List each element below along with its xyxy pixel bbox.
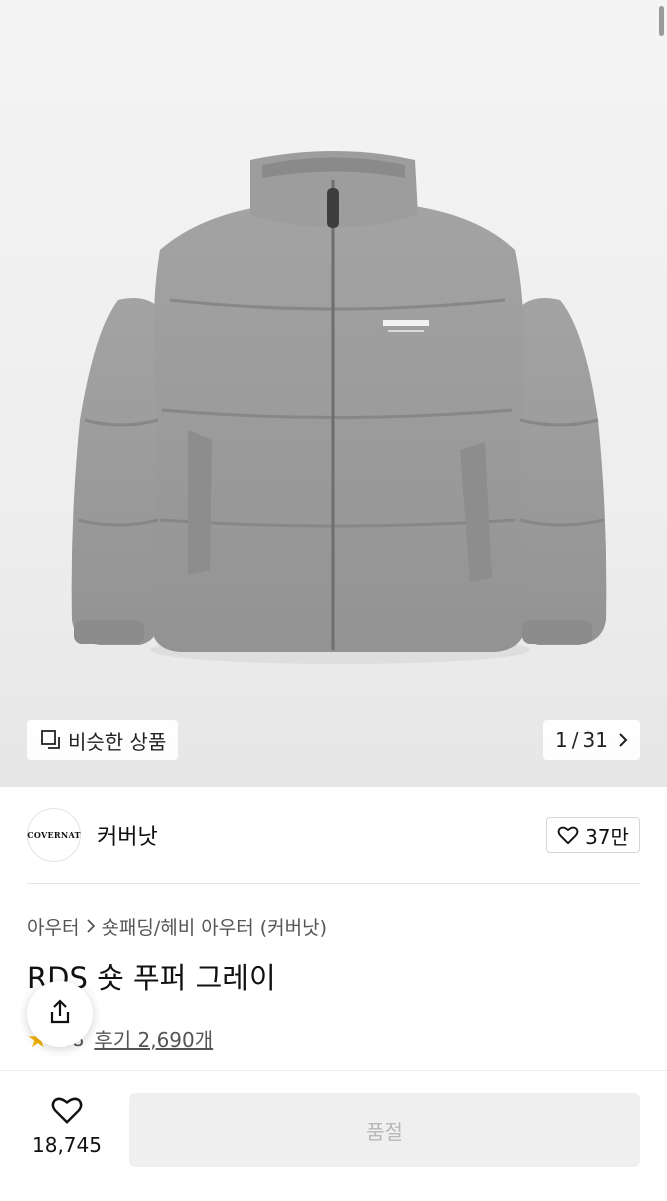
breadcrumb-category[interactable]: 아우터 <box>27 913 79 940</box>
reviews-link[interactable]: 후기 2,690개 <box>94 1024 213 1053</box>
brand-name[interactable]: 커버낫 <box>97 819 158 851</box>
wishlist-count: 18,745 <box>32 1133 102 1157</box>
share-icon <box>46 998 74 1030</box>
image-counter[interactable]: 1 / 31 <box>543 720 640 760</box>
image-current: 1 <box>555 728 568 752</box>
image-total: 31 <box>582 728 608 752</box>
heart-outline-icon <box>50 1095 84 1129</box>
brand-like-button[interactable]: 37만 <box>546 817 640 853</box>
brand-logo-text: COVERNAT <box>27 830 81 840</box>
breadcrumb: 아우터 숏패딩/헤비 아우터 (커버낫) <box>27 913 327 940</box>
similar-products-button[interactable]: 비슷한 상품 <box>27 720 178 760</box>
brand-like-count: 37만 <box>585 824 629 849</box>
image-counter-separator: / <box>571 728 579 752</box>
share-button[interactable] <box>27 981 93 1047</box>
overlapping-squares-icon <box>40 729 62 751</box>
brand-row: COVERNAT 커버낫 37만 <box>27 807 640 863</box>
brand-logo[interactable]: COVERNAT <box>27 808 81 862</box>
heart-outline-icon <box>557 825 579 845</box>
chevron-right-icon <box>618 732 628 748</box>
product-image-gallery[interactable]: 비슷한 상품 1 / 31 <box>0 0 667 787</box>
similar-products-label: 비슷한 상품 <box>68 729 167 754</box>
soldout-button[interactable]: 품절 <box>129 1093 640 1167</box>
wishlist-button[interactable]: 18,745 <box>27 1095 107 1157</box>
divider <box>27 883 640 884</box>
bottom-action-bar: 18,745 품절 <box>0 1070 667 1201</box>
product-photo-puffer-jacket <box>71 151 607 664</box>
breadcrumb-subcategory[interactable]: 숏패딩/헤비 아우터 (커버낫) <box>101 913 327 940</box>
chevron-right-icon <box>87 916 96 938</box>
